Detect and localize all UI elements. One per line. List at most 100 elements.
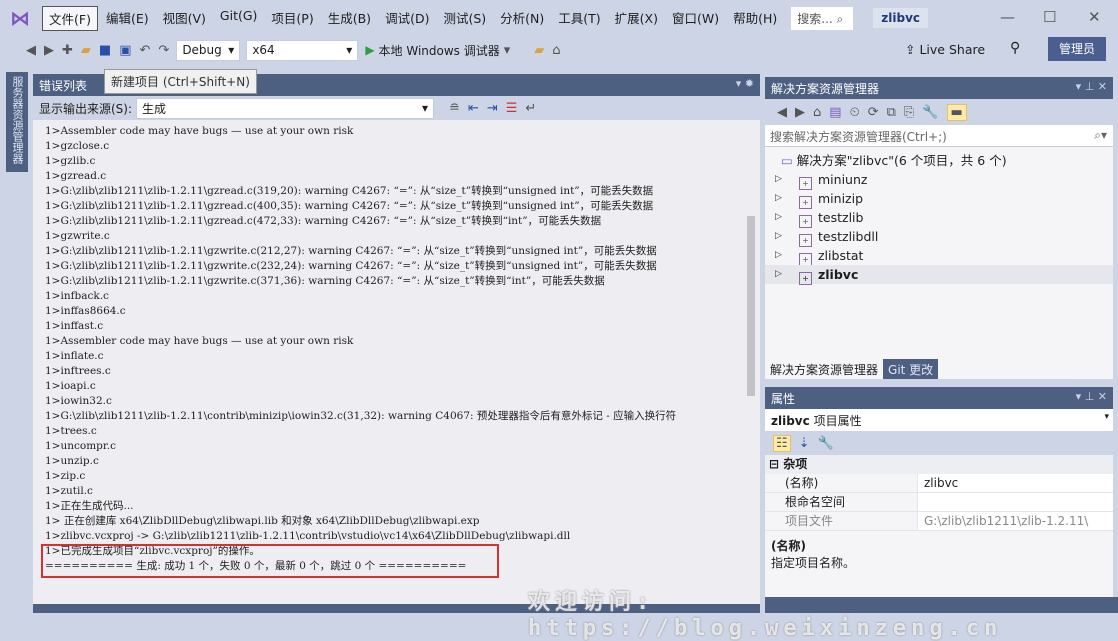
project-node[interactable]: ▷ + testzlibdll <box>765 227 1113 247</box>
live-share-button[interactable]: ⇪ Live Share <box>905 42 985 57</box>
next-message-icon[interactable]: ⇥ <box>487 101 498 116</box>
minimize-button[interactable]: — <box>1000 8 1015 26</box>
expand-arrow-icon[interactable]: ▷ <box>775 170 782 189</box>
output-text[interactable]: 1>Assembler code may have bugs — use at … <box>33 124 741 594</box>
find-in-files-icon[interactable]: ▰ <box>534 43 544 58</box>
expand-arrow-icon[interactable]: ▷ <box>775 246 782 265</box>
property-row[interactable]: (名称) zlibvc <box>765 474 1113 493</box>
project-node[interactable]: ▷ + zlibstat <box>765 246 1113 266</box>
pin-icon[interactable]: ⊥ <box>1085 390 1095 403</box>
alphabetical-icon[interactable]: ⇣ <box>799 436 810 451</box>
undo-icon[interactable]: ↶ <box>140 43 151 58</box>
menu-item[interactable]: 窗口(W) <box>666 6 725 31</box>
dropdown-icon[interactable]: ▾ <box>736 77 742 90</box>
output-scrollbar[interactable] <box>742 124 760 604</box>
expand-arrow-icon[interactable]: ▷ <box>775 227 782 246</box>
project-node[interactable]: ▷ + miniunz <box>765 170 1113 190</box>
project-label: zlibstat <box>818 248 864 263</box>
project-label: miniunz <box>818 172 868 187</box>
solution-explorer-title: 解决方案资源管理器 <box>771 81 880 96</box>
expand-arrow-icon[interactable]: ▷ <box>775 265 782 284</box>
output-line: 1>inftrees.c <box>45 365 111 377</box>
expand-arrow-icon[interactable]: ▷ <box>775 189 782 208</box>
menu-item[interactable]: 帮助(H) <box>727 6 783 31</box>
dropdown-icon[interactable]: ▾ <box>1076 80 1082 93</box>
clear-all-icon[interactable]: ☰ <box>506 101 518 116</box>
properties-wrench-icon[interactable]: 🔧 <box>922 105 938 120</box>
build-result-highlight <box>41 544 499 578</box>
previous-message-icon[interactable]: ⇤ <box>468 101 479 116</box>
category-header[interactable]: ⊟ 杂项 <box>765 455 1113 474</box>
property-value[interactable]: zlibvc <box>917 474 1113 492</box>
close-button[interactable]: ✕ <box>1088 8 1101 26</box>
project-node[interactable]: ▷ + testzlib <box>765 208 1113 228</box>
dropdown-icon[interactable]: ▾ <box>1076 390 1082 403</box>
object-selector[interactable]: zlibvc 项目属性 ▾ <box>765 409 1113 431</box>
forward-icon[interactable]: ▶ <box>44 43 54 58</box>
search-input[interactable]: 搜索... ⌕ <box>791 6 854 30</box>
pending-changes-icon[interactable]: ⏲ <box>850 105 860 120</box>
back-icon[interactable]: ◀ <box>777 105 787 120</box>
goto-message-icon[interactable]: ≘ <box>449 101 460 116</box>
description-text: 指定项目名称。 <box>771 556 856 570</box>
open-folder-icon[interactable]: ▰ <box>81 43 91 58</box>
sync-icon[interactable]: ⟳ <box>868 105 879 120</box>
server-explorer-tab[interactable]: 服务器资源管理器 <box>6 72 28 172</box>
home-icon[interactable]: ⌂ <box>552 43 560 58</box>
menu-item[interactable]: 生成(B) <box>322 6 377 31</box>
save-icon[interactable]: ■ <box>99 43 111 58</box>
back-icon[interactable]: ◀ <box>26 43 36 58</box>
platform-select[interactable]: x64 ▾ <box>246 39 359 61</box>
tab-git-changes[interactable]: Git 更改 <box>883 359 939 379</box>
tab-solution-explorer[interactable]: 解决方案资源管理器 <box>765 359 884 379</box>
menu-item[interactable]: 扩展(X) <box>609 6 664 31</box>
solution-search-input[interactable]: 搜索解决方案资源管理器(Ctrl+;) ⌕▾ <box>765 125 1113 147</box>
new-project-icon[interactable]: ✚ <box>62 43 73 58</box>
property-value[interactable] <box>917 493 1113 511</box>
project-node[interactable]: ▷ + zlibvc <box>765 265 1113 285</box>
redo-icon[interactable]: ↷ <box>158 43 169 58</box>
expand-arrow-icon[interactable]: ▷ <box>775 208 782 227</box>
output-line: 1>G:\zlib\zlib1211\zlib-1.2.11\gzwrite.c… <box>45 260 657 272</box>
switch-views-icon[interactable]: ▤ <box>829 105 841 120</box>
maximize-button[interactable]: ☐ <box>1043 8 1056 26</box>
configuration-select[interactable]: Debug ▾ <box>176 39 241 61</box>
gear-icon[interactable]: ✹ <box>745 77 754 90</box>
pin-icon[interactable]: ⊥ <box>1085 80 1095 93</box>
close-icon[interactable]: ✕ <box>1098 80 1107 93</box>
menu-item[interactable]: 项目(P) <box>265 6 319 31</box>
property-row[interactable]: 根命名空间 <box>765 493 1113 512</box>
property-pages-icon[interactable]: 🔧 <box>818 436 834 451</box>
platform-value: x64 <box>252 43 275 57</box>
property-row[interactable]: 项目文件 G:\zlib\zlib1211\zlib-1.2.11\ <box>765 512 1113 531</box>
solution-root[interactable]: ▭ 解决方案"zlibvc"(6 个项目，共 6 个) <box>765 151 1113 170</box>
word-wrap-icon[interactable]: ↵ <box>525 101 536 116</box>
account-button[interactable]: 管理员 <box>1048 37 1106 61</box>
categorized-icon[interactable]: ☷ <box>773 434 791 452</box>
menu-item[interactable]: 文件(F) <box>42 5 98 31</box>
chevron-down-icon[interactable]: ▾ <box>504 43 511 58</box>
menu-item[interactable]: 视图(V) <box>157 6 212 31</box>
output-line: 1>正在生成代码... <box>45 500 134 512</box>
menu-item[interactable]: 调试(D) <box>379 6 435 31</box>
project-node[interactable]: ▷ + minizip <box>765 189 1113 209</box>
menu-item[interactable]: 分析(N) <box>494 6 550 31</box>
menu-item[interactable]: 编辑(E) <box>100 6 155 31</box>
property-name: 项目文件 <box>785 514 834 528</box>
menu-item[interactable]: 工具(T) <box>552 6 606 31</box>
feedback-icon[interactable]: ⚲ <box>1010 40 1020 56</box>
menu-item[interactable]: Git(G) <box>214 6 264 31</box>
menu-item[interactable]: 测试(S) <box>437 6 492 31</box>
preview-icon[interactable]: ▬ <box>946 103 967 121</box>
forward-icon[interactable]: ▶ <box>795 105 805 120</box>
start-debugger-button[interactable]: 本地 Windows 调试器 <box>379 42 500 59</box>
show-all-files-icon[interactable]: ⎘ <box>904 105 914 120</box>
property-value[interactable]: G:\zlib\zlib1211\zlib-1.2.11\ <box>917 512 1113 530</box>
output-source-select[interactable]: 生成 ▾ <box>136 97 435 119</box>
home-icon[interactable]: ⌂ <box>813 105 821 120</box>
close-icon[interactable]: ✕ <box>1098 390 1107 403</box>
collapse-all-icon[interactable]: ⧉ <box>887 105 896 120</box>
save-all-icon[interactable]: ▣ <box>119 43 131 58</box>
tab-error-list[interactable]: 错误列表 <box>39 77 87 94</box>
scrollbar-thumb[interactable] <box>747 216 755 396</box>
